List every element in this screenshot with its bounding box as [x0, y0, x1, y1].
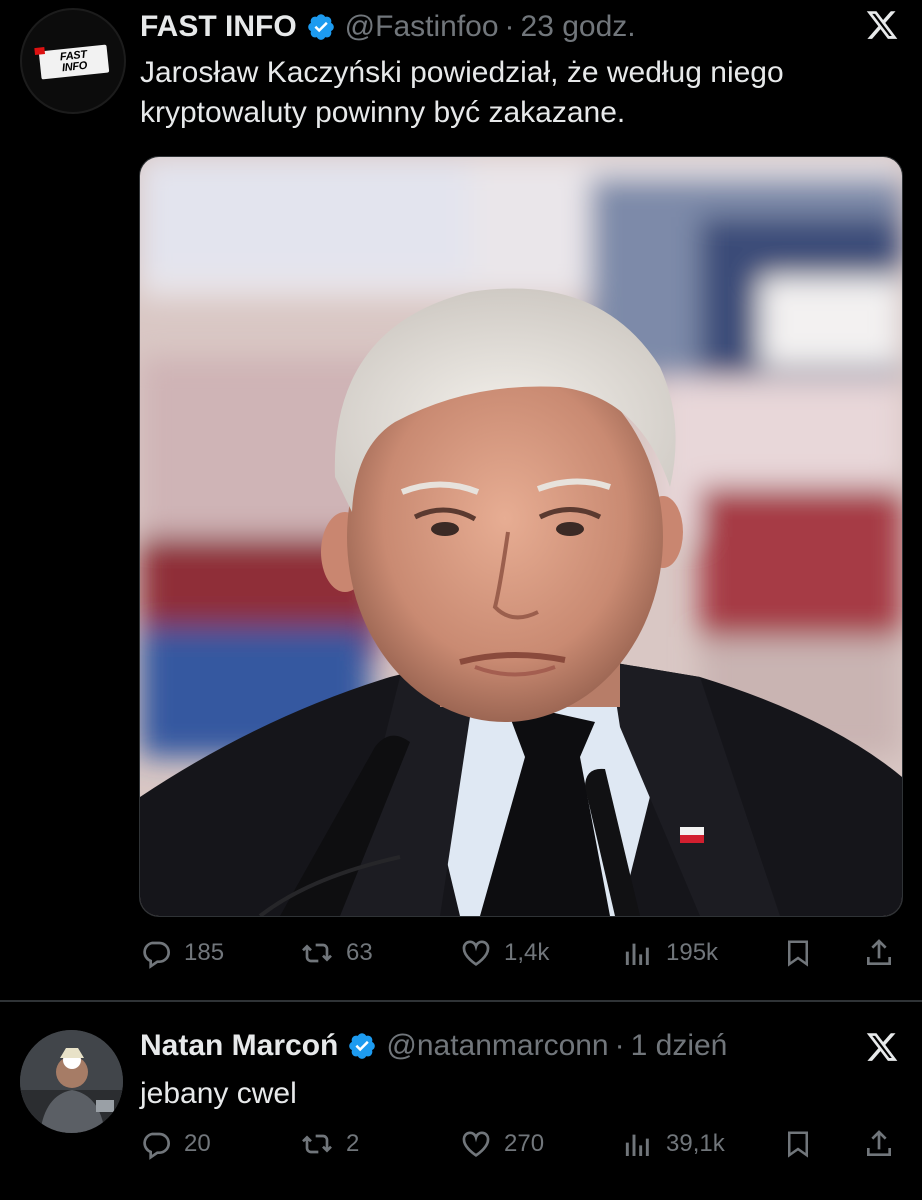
views-button[interactable]: 39,1k: [622, 1128, 725, 1160]
verified-badge-icon: [347, 1031, 377, 1061]
tweet-photo[interactable]: [139, 156, 903, 917]
bookmark-icon: [783, 937, 813, 969]
tweet-header: Natan Marcoń @natanmarconn · 1 dzień: [140, 1029, 727, 1063]
views-button[interactable]: 195k: [622, 937, 718, 969]
timestamp[interactable]: 23 godz.: [521, 10, 636, 44]
like-icon: [460, 1128, 492, 1160]
views-count: 39,1k: [666, 1130, 725, 1157]
avatar[interactable]: FAST INFO: [20, 8, 126, 114]
tweet-header: FAST INFO @Fastinfoo · 23 godz.: [140, 10, 636, 44]
tweet-text: jebany cwel: [140, 1077, 297, 1110]
like-icon: [460, 937, 492, 969]
views-icon: [622, 1128, 654, 1160]
share-icon: [863, 937, 895, 969]
bookmark-button[interactable]: [783, 1128, 813, 1160]
tweet[interactable]: FAST INFO FAST INFO @Fastinfoo · 23 godz.…: [0, 0, 922, 1000]
author-name[interactable]: FAST INFO: [140, 10, 297, 44]
tweet[interactable]: Natan Marcoń @natanmarconn · 1 dzień jeb…: [0, 1003, 922, 1200]
tweet-actions: 185 63 1,4k 195k: [0, 937, 922, 977]
share-button[interactable]: [863, 937, 895, 969]
bookmark-icon: [783, 1128, 813, 1160]
reply-button[interactable]: 185: [140, 937, 224, 969]
reply-icon: [140, 937, 172, 969]
repost-count: 63: [346, 939, 373, 966]
repost-button[interactable]: 63: [300, 937, 373, 969]
author-handle[interactable]: @Fastinfoo: [345, 10, 499, 44]
repost-icon: [300, 1128, 334, 1160]
views-count: 195k: [666, 939, 719, 966]
x-logo-icon: [864, 8, 900, 47]
reply-button[interactable]: 20: [140, 1128, 211, 1160]
separator: ·: [504, 10, 515, 43]
like-count: 270: [504, 1130, 545, 1157]
share-button[interactable]: [863, 1128, 895, 1160]
like-button[interactable]: 1,4k: [460, 937, 549, 969]
like-button[interactable]: 270: [460, 1128, 544, 1160]
author-handle[interactable]: @natanmarconn: [386, 1029, 608, 1063]
views-icon: [622, 937, 654, 969]
divider: [0, 1000, 922, 1002]
reply-icon: [140, 1128, 172, 1160]
like-count: 1,4k: [504, 939, 550, 966]
fast-info-logo: FAST INFO: [34, 44, 110, 80]
x-logo-icon: [864, 1030, 900, 1069]
share-icon: [863, 1128, 895, 1160]
reply-count: 20: [184, 1130, 211, 1157]
verified-badge-icon: [306, 12, 336, 42]
bookmark-button[interactable]: [783, 937, 813, 969]
separator: ·: [614, 1029, 625, 1062]
repost-button[interactable]: 2: [300, 1128, 359, 1160]
author-name[interactable]: Natan Marcoń: [140, 1029, 338, 1063]
tweet-actions: 20 2 270 39,1k: [0, 1128, 922, 1168]
tweet-text: Jarosław Kaczyński powiedział, że według…: [140, 56, 784, 129]
reply-count: 185: [184, 939, 225, 966]
repost-icon: [300, 937, 334, 969]
avatar[interactable]: [20, 1030, 123, 1133]
timestamp[interactable]: 1 dzień: [631, 1029, 728, 1063]
repost-count: 2: [346, 1130, 360, 1157]
